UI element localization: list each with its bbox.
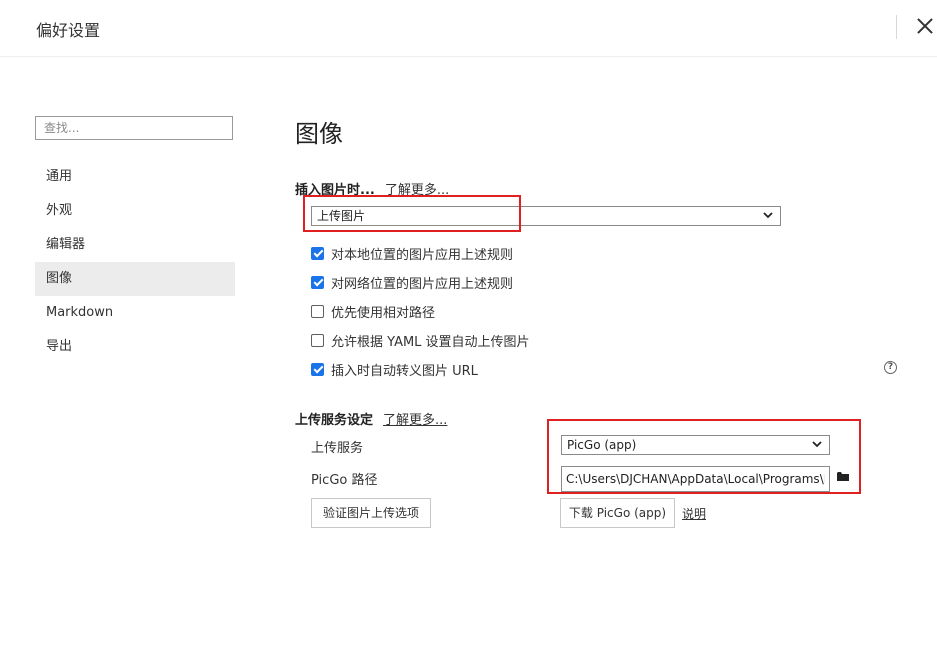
search-input[interactable]: [35, 116, 233, 140]
sidebar-item-editor[interactable]: 编辑器: [35, 228, 235, 262]
sidebar-item-general[interactable]: 通用: [35, 160, 235, 194]
checkbox[interactable]: [311, 304, 324, 318]
explain-link[interactable]: 说明: [682, 505, 706, 522]
title-bar: 偏好设置: [0, 0, 937, 56]
upload-service-value: PicGo (app): [567, 438, 637, 452]
verify-upload-button[interactable]: 验证图片上传选项: [311, 498, 431, 528]
option-local-images[interactable]: 对本地位置的图片应用上述规则: [311, 244, 514, 263]
insert-action-select[interactable]: 上传图片: [311, 206, 781, 226]
chevron-down-icon: [812, 441, 822, 448]
upload-section-header: 上传服务设定 了解更多...: [295, 409, 447, 428]
upload-learn-more-link[interactable]: 了解更多...: [383, 413, 447, 428]
upload-service-label: 上传服务: [311, 441, 364, 456]
checkbox[interactable]: [311, 333, 324, 347]
option-escape-url[interactable]: 插入时自动转义图片 URL: [311, 360, 478, 379]
upload-section-title: 上传服务设定: [295, 413, 374, 428]
insert-section-header: 插入图片时... 了解更多...: [295, 179, 449, 198]
sidebar-nav: 通用 外观 编辑器 图像 Markdown 导出: [35, 160, 235, 364]
window-title: 偏好设置: [36, 21, 101, 40]
option-label: 插入时自动转义图片 URL: [331, 363, 478, 379]
option-label: 优先使用相对路径: [331, 305, 436, 321]
header-divider: [0, 56, 937, 57]
picgo-path-label: PicGo 路径: [311, 473, 378, 488]
help-icon[interactable]: ?: [884, 361, 897, 374]
download-picgo-button[interactable]: 下载 PicGo (app): [560, 498, 675, 528]
option-label: 允许根据 YAML 设置自动上传图片: [331, 334, 530, 350]
page-title: 图像: [295, 120, 343, 148]
option-label: 对本地位置的图片应用上述规则: [331, 247, 514, 263]
sidebar-item-export[interactable]: 导出: [35, 330, 235, 364]
close-icon[interactable]: [912, 14, 937, 40]
checkbox[interactable]: [311, 275, 324, 289]
insert-action-value: 上传图片: [317, 209, 366, 223]
option-relative-path[interactable]: 优先使用相对路径: [311, 302, 436, 321]
upload-service-select[interactable]: PicGo (app): [561, 435, 830, 455]
insert-section-title: 插入图片时...: [295, 183, 375, 198]
chevron-down-icon: [763, 212, 773, 219]
folder-icon[interactable]: [837, 472, 849, 481]
checkbox[interactable]: [311, 246, 324, 260]
sidebar-item-markdown[interactable]: Markdown: [35, 296, 235, 330]
sidebar-item-appearance[interactable]: 外观: [35, 194, 235, 228]
title-divider: [896, 15, 897, 39]
checkbox[interactable]: [311, 362, 324, 376]
picgo-path-input[interactable]: [561, 466, 830, 492]
option-label: 对网络位置的图片应用上述规则: [331, 276, 514, 292]
option-yaml-upload[interactable]: 允许根据 YAML 设置自动上传图片: [311, 331, 530, 350]
insert-learn-more-link[interactable]: 了解更多...: [385, 183, 449, 198]
sidebar-item-image[interactable]: 图像: [35, 262, 235, 296]
option-network-images[interactable]: 对网络位置的图片应用上述规则: [311, 273, 514, 292]
